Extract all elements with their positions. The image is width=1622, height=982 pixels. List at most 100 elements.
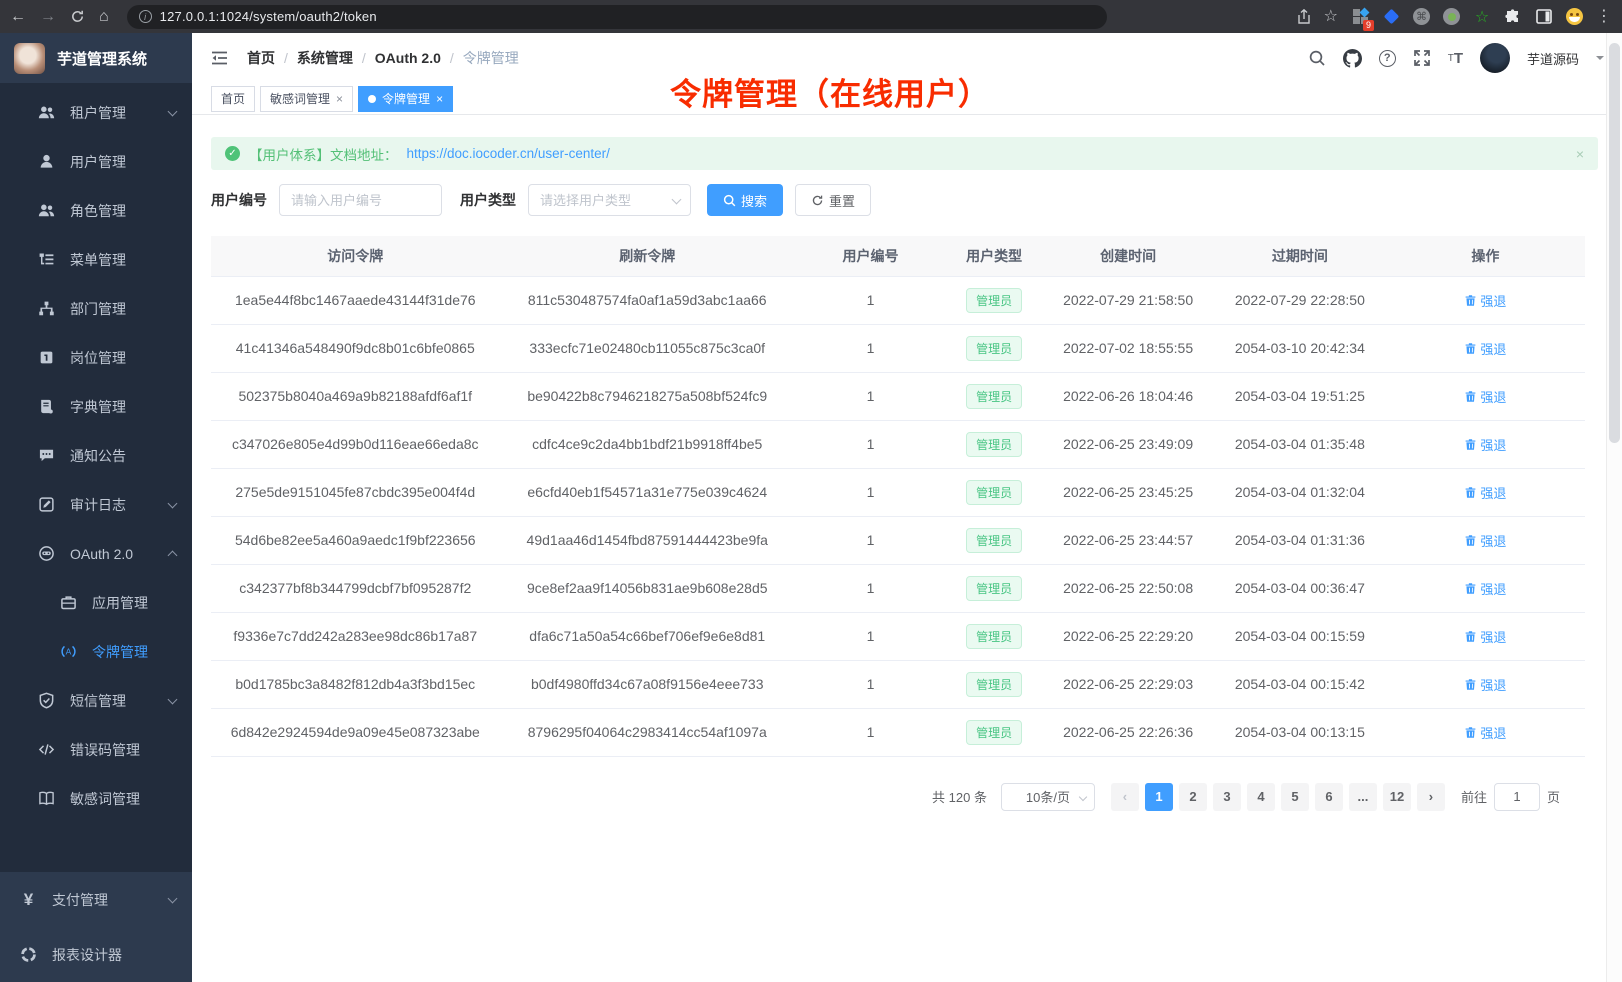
page-button[interactable]: 1 [1145,783,1173,811]
extensions-puzzle-icon[interactable] [1504,8,1522,26]
prev-page-button[interactable]: ‹ [1111,783,1139,811]
access-token-cell: 54d6be82ee5a460a9aedc1f9bf223656 [211,516,500,564]
sidebar-item-sms[interactable]: 短信管理 [0,676,192,725]
close-icon[interactable]: × [436,92,443,106]
page-button[interactable]: 3 [1213,783,1241,811]
page-button[interactable]: 6 [1315,783,1343,811]
user-id-cell: 1 [795,372,946,420]
reset-button[interactable]: 重置 [795,184,871,216]
force-logout-button[interactable]: 强退 [1464,723,1506,742]
user-menu-caret-icon[interactable] [1596,56,1604,64]
force-logout-button[interactable]: 强退 [1464,579,1506,598]
goto-page-input[interactable] [1494,783,1540,811]
extension-command-icon[interactable]: ⌘ [1413,8,1430,25]
browser-home-icon[interactable]: ⌂ [99,9,109,25]
sidebar-item-sensitive-word[interactable]: 敏感词管理 [0,774,192,823]
tab-home[interactable]: 首页 [211,86,255,112]
sidebar-item-report-designer[interactable]: 报表设计器 [0,927,192,982]
page-scrollbar[interactable] [1606,33,1622,982]
chevron-down-icon [168,498,178,508]
page-size-select[interactable]: 10条/页 [1001,783,1095,811]
force-logout-button[interactable]: 强退 [1464,627,1506,646]
error-code-icon [38,741,55,758]
sidebar-item-role[interactable]: 角色管理 [0,186,192,235]
table-row: 6d842e2924594de9a09e45e087323abe8796295f… [211,708,1585,756]
tab-token[interactable]: 令牌管理× [358,86,453,112]
browser-refresh-icon[interactable] [70,9,85,24]
page-button[interactable]: 5 [1281,783,1309,811]
font-size-icon[interactable]: TT [1448,50,1463,67]
sidebar-item-tenant[interactable]: 租户管理 [0,88,192,137]
browser-forward-icon[interactable]: → [40,9,56,25]
profile-emoji-icon[interactable] [1566,8,1583,25]
force-logout-button[interactable]: 强退 [1464,531,1506,550]
sidebar-item-post[interactable]: 岗位管理 [0,333,192,382]
side-panel-icon[interactable] [1535,8,1553,26]
sidebar-item-announcement[interactable]: 通知公告 [0,431,192,480]
page-ellipsis[interactable]: ... [1349,783,1377,811]
github-icon[interactable] [1343,49,1362,68]
scrollbar-thumb[interactable] [1609,43,1620,443]
extension-star-icon[interactable]: ☆ [1473,8,1491,26]
table-row: 275e5de9151045fe87cbdc395e004f4de6cfd40e… [211,468,1585,516]
force-logout-button[interactable]: 强退 [1464,483,1506,502]
force-logout-button[interactable]: 强退 [1464,675,1506,694]
sidebar-collapse-icon[interactable] [210,50,229,66]
tab-sensitive-word[interactable]: 敏感词管理× [260,86,353,112]
bookmark-star-icon[interactable]: ☆ [1324,9,1338,25]
created-time-cell: 2022-06-25 23:49:09 [1042,420,1214,468]
next-page-button[interactable]: › [1417,783,1445,811]
close-icon[interactable]: × [336,92,343,106]
sidebar-item-token[interactable]: A 令牌管理 [0,627,192,676]
trash-icon [1464,630,1477,643]
app-logo-bar[interactable]: 芋道管理系统 [0,33,192,83]
token-table-body: 1ea5e44f8bc1467aaede43144f31de76811c5304… [211,276,1585,756]
sidebar-item-pay[interactable]: ¥ 支付管理 [0,872,192,927]
sidebar-item-menu[interactable]: 菜单管理 [0,235,192,284]
force-logout-button[interactable]: 强退 [1464,387,1506,406]
doc-link[interactable]: https://doc.iocoder.cn/user-center/ [407,146,610,161]
created-time-cell: 2022-06-25 22:29:20 [1042,612,1214,660]
browser-address-bar[interactable]: i 127.0.0.1:1024/system/oauth2/token [127,5,1107,29]
search-icon[interactable] [1308,49,1326,67]
site-info-icon[interactable]: i [139,10,152,23]
browser-menu-icon[interactable]: ⋮ [1596,9,1612,25]
force-logout-button[interactable]: 强退 [1464,291,1506,310]
sidebar-item-user[interactable]: 用户管理 [0,137,192,186]
extension-gem-icon[interactable] [1382,8,1400,26]
user-type-select[interactable] [528,184,691,216]
share-icon[interactable] [1297,9,1311,25]
sidebar-item-error-code[interactable]: 错误码管理 [0,725,192,774]
browser-back-icon[interactable]: ← [10,9,26,25]
table-row: c342377bf8b344799dcbf7bf095287f29ce8ef2a… [211,564,1585,612]
alert-close-icon[interactable]: × [1576,146,1584,162]
sidebar-item-audit-log[interactable]: 审计日志 [0,480,192,529]
expire-time-cell: 2054-03-04 01:32:04 [1214,468,1386,516]
user-type-cell: 管理员 [946,564,1042,612]
breadcrumb-system[interactable]: 系统管理 [297,48,353,68]
user-id-input[interactable] [279,184,442,216]
avatar[interactable] [1480,43,1510,73]
action-cell: 强退 [1386,324,1585,372]
sidebar-item-application[interactable]: 应用管理 [0,578,192,627]
help-icon[interactable]: ? [1379,50,1396,67]
sidebar-item-oauth[interactable]: OAuth 2.0 [0,529,192,578]
access-token-cell: c347026e805e4d99b0d116eae66eda8c [211,420,500,468]
page-button[interactable]: 12 [1383,783,1411,811]
user-type-cell: 管理员 [946,612,1042,660]
page-button[interactable]: 2 [1179,783,1207,811]
breadcrumb-home[interactable]: 首页 [247,48,275,68]
created-time-cell: 2022-06-25 22:26:36 [1042,708,1214,756]
fullscreen-icon[interactable] [1413,49,1431,67]
user-id-label: 用户编号 [211,190,267,210]
extension-wallet-icon[interactable]: 9 [1351,8,1369,26]
sidebar-item-department[interactable]: 部门管理 [0,284,192,333]
breadcrumb-oauth[interactable]: OAuth 2.0 [375,50,441,66]
force-logout-button[interactable]: 强退 [1464,435,1506,454]
force-logout-button[interactable]: 强退 [1464,339,1506,358]
search-button[interactable]: 搜索 [707,184,783,216]
extension-record-icon[interactable] [1443,8,1460,25]
username[interactable]: 芋道源码 [1527,49,1579,68]
page-button[interactable]: 4 [1247,783,1275,811]
sidebar-item-dictionary[interactable]: 字典管理 [0,382,192,431]
